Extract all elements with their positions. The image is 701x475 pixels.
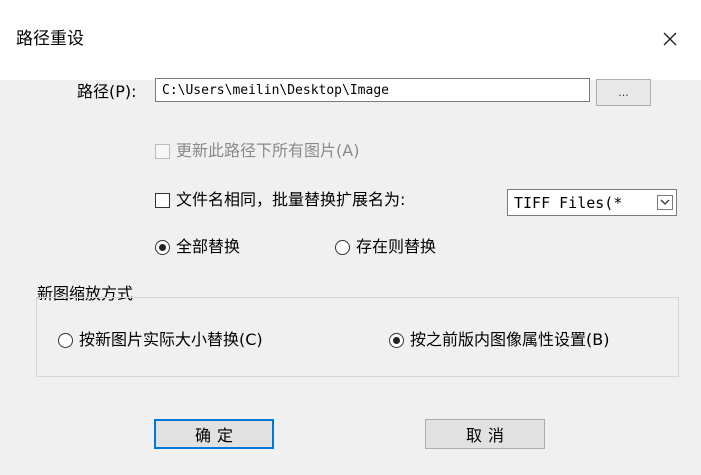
path-reset-dialog: 路径重设 路径(P): ... 更新此路径下所有图片(A) 文件名相同，批量替换…	[0, 0, 701, 475]
chevron-down-icon[interactable]	[657, 195, 673, 210]
replace-all-radio[interactable]	[155, 240, 170, 255]
extension-select[interactable]: TIFF Files(*	[507, 189, 677, 216]
replace-if-exists-radio[interactable]	[335, 240, 350, 255]
browse-button[interactable]: ...	[596, 79, 651, 106]
ok-button[interactable]: 确定	[154, 419, 274, 449]
ok-button-label: 确定	[194, 426, 239, 445]
replace-all-label: 全部替换	[176, 237, 241, 256]
actual-size-label: 按新图片实际大小替换(C)	[79, 330, 263, 349]
title-bar: 路径重设	[0, 0, 701, 80]
actual-size-radio[interactable]	[58, 333, 73, 348]
close-button[interactable]	[652, 22, 688, 56]
cancel-button[interactable]: 取消	[425, 419, 545, 449]
dialog-title: 路径重设	[16, 29, 84, 49]
path-input[interactable]	[155, 78, 590, 102]
same-name-checkbox[interactable]	[155, 193, 170, 208]
previous-settings-label: 按之前版内图像属性设置(B)	[410, 330, 610, 349]
update-all-checkbox[interactable]	[155, 144, 170, 159]
previous-settings-radio[interactable]	[389, 333, 404, 348]
update-all-label: 更新此路径下所有图片(A)	[176, 141, 360, 160]
path-label: 路径(P):	[77, 82, 137, 101]
same-name-label: 文件名相同，批量替换扩展名为:	[176, 190, 406, 209]
replace-if-exists-label: 存在则替换	[356, 237, 437, 256]
close-icon	[663, 32, 677, 46]
cancel-button-label: 取消	[465, 426, 510, 445]
extension-select-value: TIFF Files(*	[514, 194, 623, 212]
